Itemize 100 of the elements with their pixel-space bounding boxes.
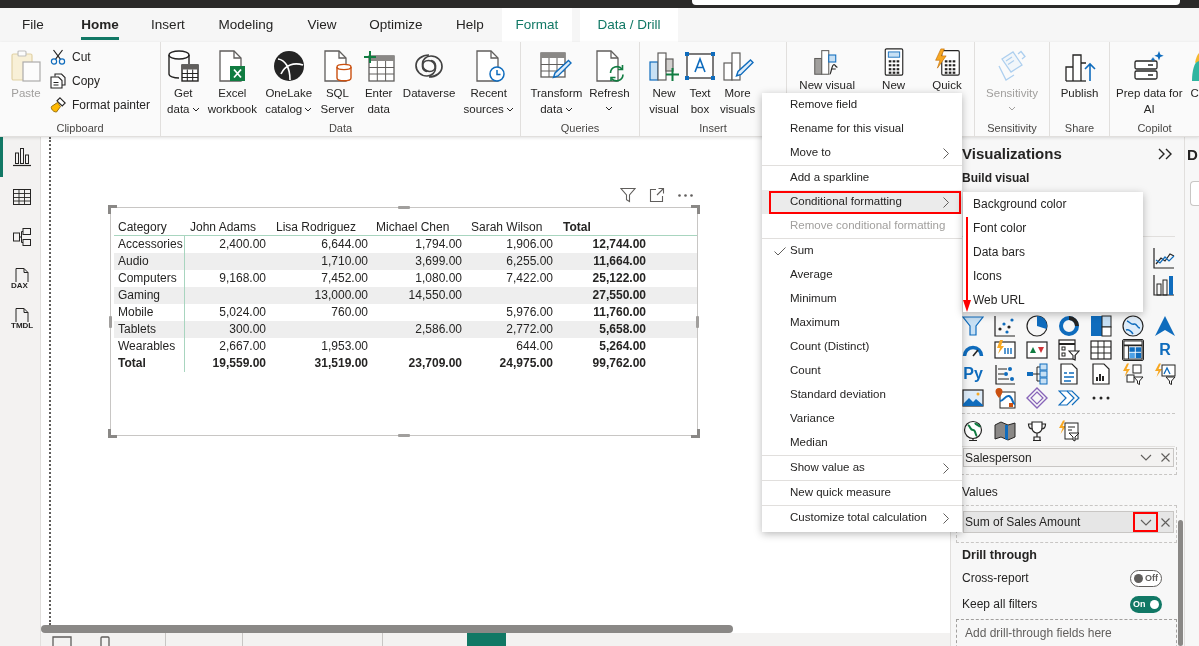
drop-zone[interactable]: Add drill-through fields here [956,619,1177,646]
submenu-item[interactable]: Background color [972,192,1143,216]
menu-item[interactable]: Minimum [762,287,962,311]
picture-icon[interactable] [962,387,984,409]
ribbon-tab[interactable]: Data / Drill [580,8,678,42]
resize-handle[interactable] [398,206,410,209]
menu-item[interactable]: Count [762,359,962,383]
field-well[interactable]: Sum of Sales Amount [963,511,1174,533]
menu-item[interactable]: Add a sparkline [762,166,962,190]
treemap-icon[interactable] [1090,315,1112,337]
menu-item[interactable]: Conditional formatting [762,190,962,214]
globe-stand-icon[interactable] [962,420,984,442]
view-button[interactable]: TMDL [0,297,40,337]
diamond-icon[interactable] [1026,387,1048,409]
view-button[interactable]: DAX [0,257,40,297]
filled-map-icon[interactable] [994,420,1016,442]
map-pin-icon[interactable] [994,387,1016,409]
menu-item[interactable]: Remove field [762,93,962,117]
dot-bars-icon[interactable] [994,363,1016,385]
ribbon-button[interactable]: Recent sources [461,42,516,117]
line-chart-icon[interactable] [1153,247,1175,269]
dropdown-button[interactable] [1133,512,1158,532]
toggle-switch[interactable]: On [1130,595,1162,613]
matrix-grid-icon[interactable] [1122,339,1144,361]
table-icon[interactable] [1090,339,1112,361]
ribbon-button[interactable]: SQL Server [318,42,357,117]
resize-handle[interactable] [691,429,700,438]
column-header[interactable]: John Adams [190,220,257,234]
column-header[interactable]: Total [563,220,591,234]
ribbon-tab[interactable]: View [290,8,354,42]
resize-handle[interactable] [398,434,410,437]
resize-handle[interactable] [108,205,117,214]
ribbon-button[interactable]: Quick [930,42,964,92]
submenu-item[interactable]: Web URL [972,288,1143,312]
document-lines-icon[interactable] [1058,363,1080,385]
column-header[interactable]: Michael Chen [376,220,450,234]
ribbon-button[interactable]: C [1188,42,1199,101]
ribbon-button[interactable]: Excel workbook [205,42,259,117]
menu-item[interactable]: Customize total calculation [762,506,962,530]
document-filter-icon[interactable] [1058,420,1080,442]
ribbon-button[interactable]: Dataverse [400,42,458,101]
ribbon-button[interactable]: Copy [48,69,153,93]
double-chevron-icon[interactable] [1158,147,1172,160]
donut-chart-icon[interactable] [1058,315,1080,337]
menu-item[interactable]: Standard deviation [762,383,962,407]
ribbon-button[interactable]: Enter data [360,42,397,117]
ribbon-tab[interactable]: Optimize [354,8,438,42]
script-visual-button[interactable]: Py [962,363,984,385]
more-icon[interactable] [1092,395,1110,401]
ribbon-button[interactable]: More visuals [718,42,758,117]
tree-diagram-icon[interactable] [1026,363,1048,385]
close-icon[interactable] [1161,453,1170,462]
squares-lightning-icon[interactable] [1122,363,1144,385]
menu-item[interactable]: Median [762,431,962,455]
menu-item[interactable]: New quick measure [762,481,962,505]
toggle-switch[interactable]: Off [1130,569,1162,587]
ribbon-button[interactable]: Refresh [587,42,632,115]
ribbon-button[interactable]: Publish [1058,42,1101,101]
submenu-item[interactable]: Data bars [972,240,1143,264]
resize-handle[interactable] [109,315,112,328]
script-visual-button[interactable]: R [1154,339,1176,361]
column-header[interactable]: Lisa Rodriguez [276,220,357,234]
ribbon-tab[interactable]: Help [438,8,502,42]
card-lightning-icon[interactable] [994,339,1016,361]
resize-handle[interactable] [696,315,699,328]
close-icon[interactable] [1161,517,1170,527]
menu-item[interactable]: Rename for this visual [762,117,962,141]
trophy-icon[interactable] [1026,420,1048,442]
ribbon-button[interactable]: Format painter [48,93,153,117]
ribbon-button[interactable]: New visual [646,42,682,117]
chart-lightning-icon[interactable] [1154,363,1176,385]
menu-item[interactable]: Average [762,263,962,287]
column-header[interactable]: Sarah Wilson [471,220,543,234]
ribbon-button[interactable]: Text box [682,42,718,117]
menu-item[interactable]: Show value as [762,456,962,480]
search-field[interactable] [692,0,1180,5]
ribbon-button[interactable]: New visual [797,42,857,92]
more-options-icon[interactable] [678,193,693,197]
column-header[interactable]: Category [118,220,167,234]
funnel-chart-icon[interactable] [962,315,984,337]
filter-icon[interactable] [620,187,636,203]
resize-handle[interactable] [691,205,700,214]
ribbon-tab[interactable]: Modeling [202,8,290,42]
ribbon-button[interactable]: Prep data for AI [1114,42,1185,117]
column-chart-icon[interactable] [1153,274,1175,296]
phone-icon[interactable] [100,636,110,646]
ribbon-button[interactable]: New [877,42,910,92]
scatter-chart-icon[interactable] [994,315,1016,337]
menu-item[interactable]: Count (Distinct) [762,335,962,359]
ribbon-button[interactable]: Transform data [528,42,585,117]
ribbon-tab[interactable]: Insert [134,8,202,42]
globe-icon[interactable] [1122,315,1144,337]
resize-handle[interactable] [108,429,117,438]
page-view-icon[interactable] [52,636,72,646]
menu-item[interactable]: Maximum [762,311,962,335]
search-field[interactable] [1190,181,1199,206]
report-page-icon[interactable] [1090,363,1112,385]
scrollbar[interactable] [41,625,733,633]
submenu-item[interactable]: Icons [972,264,1143,288]
triangles-card-icon[interactable] [1026,339,1048,361]
